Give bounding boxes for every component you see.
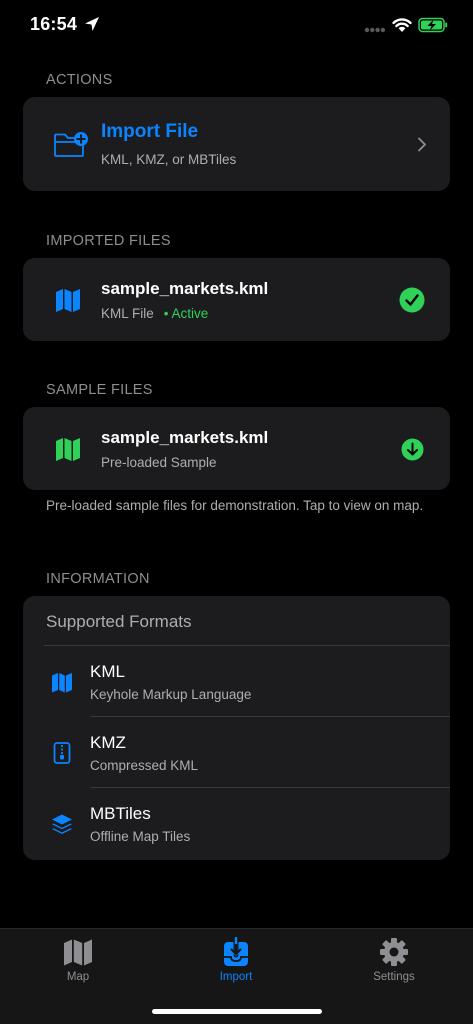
- zip-file-icon: [53, 742, 71, 764]
- section-header-information: INFORMATION: [46, 571, 150, 587]
- imported-file-name: sample_markets.kml: [101, 279, 269, 298]
- download-circle-icon[interactable]: [401, 438, 424, 461]
- tab-label: Map: [66, 971, 90, 983]
- section-header-actions: ACTIONS: [46, 72, 113, 88]
- map-icon: [56, 289, 80, 312]
- wifi-icon: [392, 18, 412, 32]
- section-header-imported-files: IMPORTED FILES: [46, 233, 171, 249]
- format-name: KML: [90, 662, 125, 681]
- format-description: Keyhole Markup Language: [90, 687, 252, 702]
- cellular-signal-icon: [364, 27, 386, 33]
- checkmark-circle-icon: [399, 287, 425, 313]
- format-description: Compressed KML: [90, 758, 199, 773]
- sample-file-name: sample_markets.kml: [101, 428, 269, 447]
- map-icon: [56, 438, 80, 461]
- format-description: Offline Map Tiles: [90, 829, 191, 844]
- divider: [90, 787, 450, 788]
- tab-map[interactable]: Map: [18, 929, 138, 989]
- supported-formats-card: Supported Formats KML Keyhole Markup Lan…: [23, 596, 450, 860]
- tab-label: Import: [219, 971, 253, 983]
- import-file-subtitle: KML, KMZ, or MBTiles: [101, 152, 237, 167]
- imported-file-row[interactable]: sample_markets.kml KML File • Active: [23, 258, 450, 341]
- divider: [44, 645, 450, 646]
- import-file-button[interactable]: Import File KML, KMZ, or MBTiles: [23, 97, 450, 191]
- status-time: 16:54: [30, 14, 78, 34]
- supported-formats-title: Supported Formats: [46, 612, 192, 631]
- tab-settings[interactable]: Settings: [334, 929, 454, 989]
- map-icon: [52, 673, 72, 693]
- tab-label: Settings: [373, 971, 415, 983]
- import-file-title: Import File: [101, 121, 199, 142]
- home-indicator: [152, 1009, 322, 1014]
- layers-icon: [52, 814, 72, 834]
- tab-import[interactable]: Import: [176, 929, 296, 989]
- sample-file-subtitle: Pre-loaded Sample: [101, 455, 217, 470]
- location-arrow-icon: [85, 17, 99, 31]
- imported-file-type: KML File: [101, 306, 154, 321]
- map-icon: [64, 939, 92, 966]
- section-header-sample-files: SAMPLE FILES: [46, 382, 153, 398]
- format-name: MBTiles: [90, 804, 151, 823]
- sample-files-footer: Pre-loaded sample files for demonstratio…: [46, 498, 424, 513]
- gear-icon: [380, 938, 408, 966]
- chevron-right-icon: [418, 137, 426, 152]
- status-badge: Active: [171, 306, 209, 321]
- status-bar: 16:54: [0, 0, 473, 54]
- status-dot: •: [163, 306, 169, 321]
- sample-file-row[interactable]: sample_markets.kml Pre-loaded Sample: [23, 407, 450, 490]
- format-name: KMZ: [90, 733, 126, 752]
- folder-plus-icon: [54, 132, 88, 157]
- imported-file-meta: KML File • Active: [101, 306, 208, 321]
- import-tray-icon: [224, 937, 248, 966]
- divider: [90, 716, 450, 717]
- battery-charging-icon: [418, 17, 448, 33]
